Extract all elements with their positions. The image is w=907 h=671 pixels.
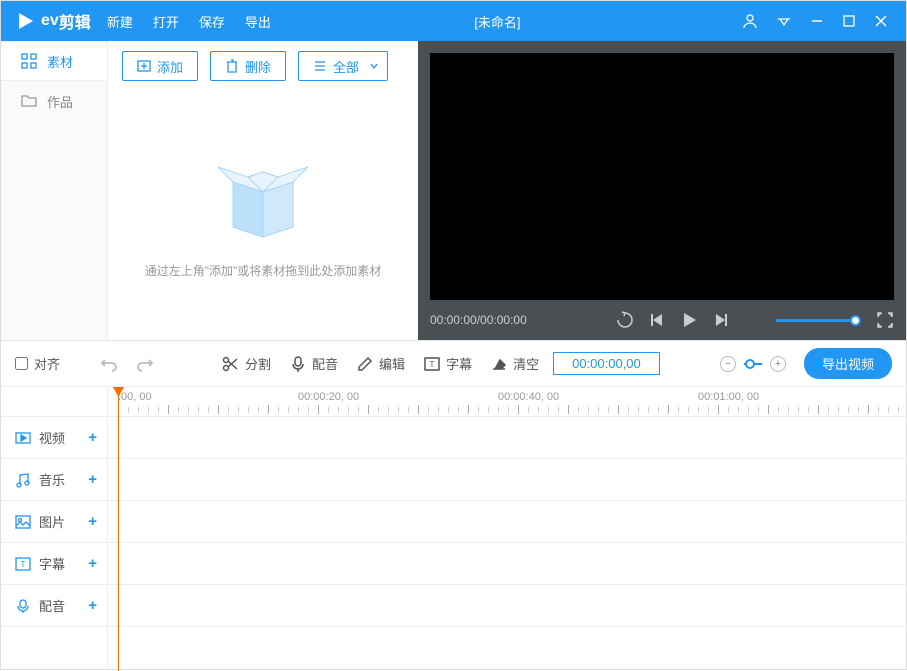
minimize-button[interactable] <box>810 14 824 28</box>
track-voice[interactable]: 配音 + <box>1 585 107 627</box>
add-video-track[interactable]: + <box>88 429 97 446</box>
material-panel: 添加 删除 全部 通过左上角"添加"或 <box>108 41 418 340</box>
play-button[interactable] <box>680 311 698 329</box>
timeline-ruler[interactable]: :00, 0000:00:20, 0000:00:40, 0000:01:00,… <box>108 387 906 417</box>
maximize-button[interactable] <box>842 14 856 28</box>
svg-text:T: T <box>21 560 26 569</box>
chevron-down-icon <box>369 61 379 71</box>
subtitle-button[interactable]: T字幕 <box>419 350 476 377</box>
menu-open[interactable]: 打开 <box>153 12 179 31</box>
close-button[interactable] <box>874 14 888 28</box>
menu-export[interactable]: 导出 <box>245 12 271 31</box>
pin-icon[interactable] <box>776 13 792 29</box>
document-title: [未命名] <box>271 12 724 31</box>
preview-time: 00:00:00/00:00:00 <box>430 313 527 327</box>
export-video-button[interactable]: 导出视频 <box>804 348 892 379</box>
timecode-display[interactable]: 00:00:00,00 <box>553 352 660 375</box>
edit-button[interactable]: 编辑 <box>352 350 409 377</box>
sidebar: 素材 作品 <box>1 41 108 340</box>
add-music-track[interactable]: + <box>88 471 97 488</box>
track-area[interactable]: :00, 0000:00:20, 0000:00:40, 0000:01:00,… <box>108 387 906 671</box>
volume-slider[interactable] <box>776 319 856 322</box>
user-icon[interactable] <box>742 13 758 29</box>
prev-button[interactable] <box>648 311 666 329</box>
svg-text:T: T <box>430 360 435 369</box>
main-menu: 新建 打开 保存 导出 <box>107 12 271 31</box>
delete-button[interactable]: 删除 <box>210 51 286 81</box>
zoom-in-button[interactable]: + <box>770 356 786 372</box>
sidebar-tab-material[interactable]: 素材 <box>1 41 107 81</box>
empty-box-illustration <box>203 142 323 242</box>
undo-button[interactable] <box>96 351 122 377</box>
titlebar: ev剪辑 新建 打开 保存 导出 [未命名] <box>1 1 906 41</box>
zoom-controls: − + <box>720 356 786 372</box>
align-checkbox[interactable]: 对齐 <box>15 354 60 373</box>
app-logo: ev剪辑 <box>1 9 107 33</box>
add-subtitle-track[interactable]: + <box>88 555 97 572</box>
add-image-track[interactable]: + <box>88 513 97 530</box>
filter-all-dropdown[interactable]: 全部 <box>298 51 388 81</box>
timeline: 视频 + 音乐 + 图片 + T字幕 + 配音 + :00, 0000:00:2… <box>1 387 906 671</box>
preview-panel: 00:00:00/00:00:00 <box>418 41 906 340</box>
redo-button[interactable] <box>132 351 158 377</box>
menu-save[interactable]: 保存 <box>199 12 225 31</box>
loop-icon[interactable] <box>616 311 634 329</box>
grid-icon <box>21 53 37 69</box>
track-music[interactable]: 音乐 + <box>1 459 107 501</box>
playhead[interactable] <box>118 387 119 671</box>
fullscreen-icon[interactable] <box>876 311 894 329</box>
zoom-out-button[interactable]: − <box>720 356 736 372</box>
clear-button[interactable]: 清空 <box>486 350 543 377</box>
track-image[interactable]: 图片 + <box>1 501 107 543</box>
folder-icon <box>21 93 37 109</box>
next-button[interactable] <box>712 311 730 329</box>
edit-toolbar: 对齐 分割 配音 编辑 T字幕 清空 00:00:00,00 − + 导出视频 <box>1 341 906 387</box>
split-button[interactable]: 分割 <box>218 350 275 377</box>
play-logo-icon <box>17 12 35 30</box>
zoom-slider-icon[interactable] <box>744 358 762 370</box>
app-name: 剪辑 <box>59 9 91 33</box>
menu-new[interactable]: 新建 <box>107 12 133 31</box>
sidebar-tab-works[interactable]: 作品 <box>1 81 107 121</box>
empty-hint: 通过左上角"添加"或将素材拖到此处添加素材 <box>145 262 382 279</box>
add-button[interactable]: 添加 <box>122 51 198 81</box>
track-subtitle[interactable]: T字幕 + <box>1 543 107 585</box>
track-video[interactable]: 视频 + <box>1 417 107 459</box>
voice-button[interactable]: 配音 <box>285 350 342 377</box>
preview-video-area[interactable] <box>430 53 894 300</box>
add-voice-track[interactable]: + <box>88 597 97 614</box>
